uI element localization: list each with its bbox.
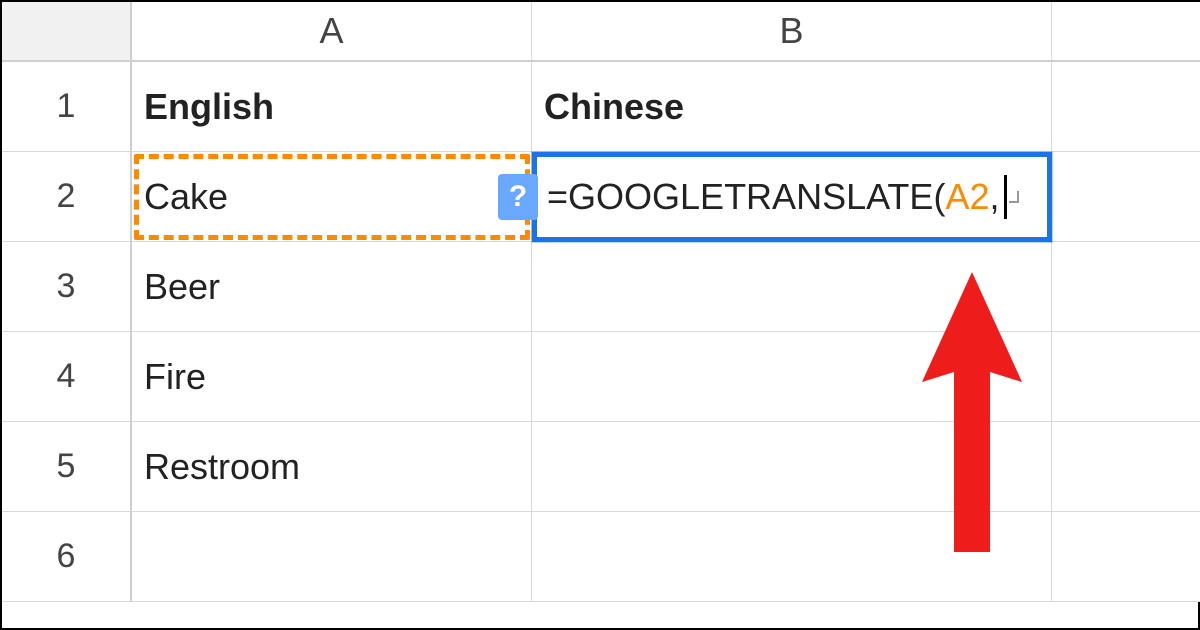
cell-B2-underlay bbox=[532, 152, 1052, 242]
column-header-B[interactable]: B bbox=[532, 2, 1052, 62]
row-header-5[interactable]: 5 bbox=[2, 422, 132, 512]
cell-C2[interactable] bbox=[1052, 152, 1200, 242]
cell-C6[interactable] bbox=[1052, 512, 1200, 602]
column-header-C[interactable] bbox=[1052, 2, 1200, 62]
cell-C1[interactable] bbox=[1052, 62, 1200, 152]
spreadsheet-grid: A B 1 English Chinese 2 Cake 3 Beer 4 Fi… bbox=[2, 2, 1198, 628]
select-all-corner[interactable] bbox=[2, 2, 132, 62]
column-header-A[interactable]: A bbox=[132, 2, 532, 62]
cell-A3[interactable]: Beer bbox=[132, 242, 532, 332]
cell-A2[interactable]: Cake bbox=[132, 152, 532, 242]
row-header-4[interactable]: 4 bbox=[2, 332, 132, 422]
cell-B6[interactable] bbox=[532, 512, 1052, 602]
cell-A6[interactable] bbox=[132, 512, 532, 602]
row-header-2[interactable]: 2 bbox=[2, 152, 132, 242]
cell-C5[interactable] bbox=[1052, 422, 1200, 512]
cell-B4[interactable] bbox=[532, 332, 1052, 422]
cell-C4[interactable] bbox=[1052, 332, 1200, 422]
cell-A5[interactable]: Restroom bbox=[132, 422, 532, 512]
cell-B1[interactable]: Chinese bbox=[532, 62, 1052, 152]
cell-C3[interactable] bbox=[1052, 242, 1200, 332]
cell-B5[interactable] bbox=[532, 422, 1052, 512]
row-header-3[interactable]: 3 bbox=[2, 242, 132, 332]
cell-A1[interactable]: English bbox=[132, 62, 532, 152]
cell-A4[interactable]: Fire bbox=[132, 332, 532, 422]
cell-B3[interactable] bbox=[532, 242, 1052, 332]
row-header-6[interactable]: 6 bbox=[2, 512, 132, 602]
row-header-1[interactable]: 1 bbox=[2, 62, 132, 152]
